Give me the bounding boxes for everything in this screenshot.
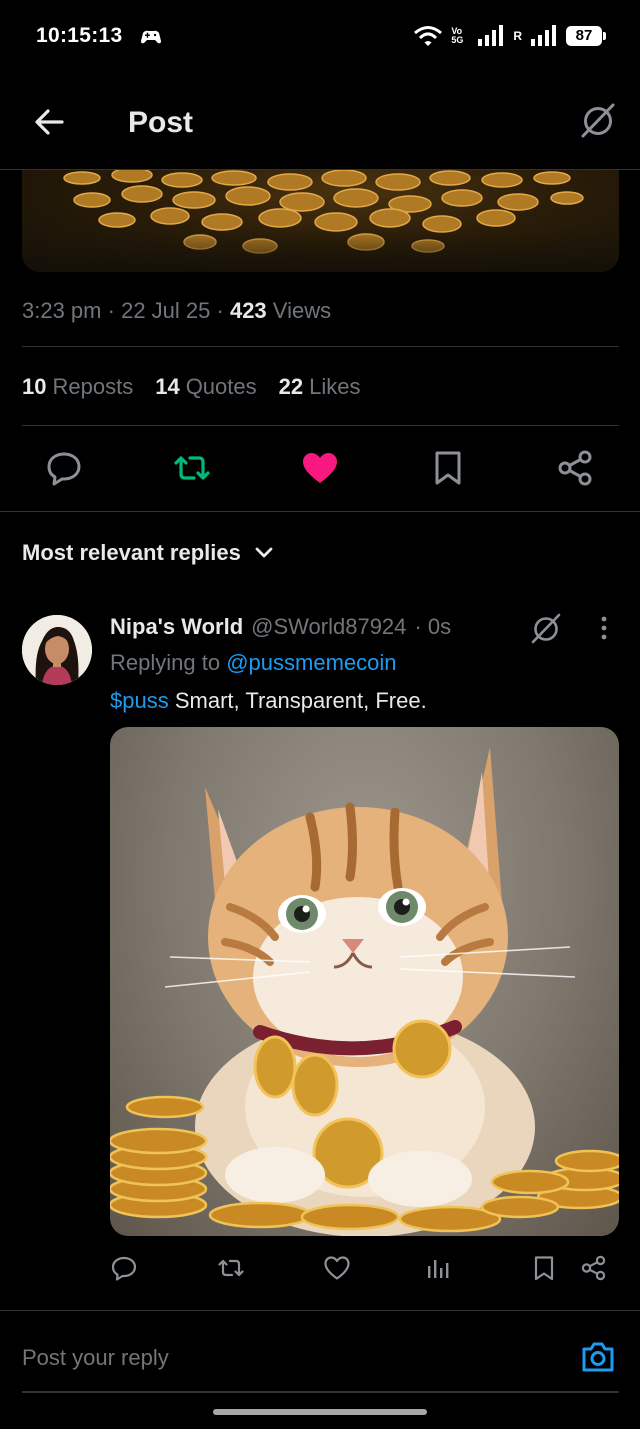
likes-stat[interactable]: 22 Likes — [279, 374, 361, 400]
reply-header: Nipa's World @SWorld87924 · 0s — [110, 614, 451, 640]
cashtag-link[interactable]: $puss — [110, 688, 169, 713]
post-stats: 10 Reposts 14 Quotes 22 Likes — [22, 374, 360, 400]
divider — [0, 511, 640, 512]
repost-icon[interactable] — [172, 448, 212, 488]
reply-text: $puss Smart, Transparent, Free. — [110, 688, 427, 714]
grok-icon[interactable] — [578, 100, 618, 140]
divider — [22, 346, 619, 347]
wifi-icon — [414, 26, 443, 46]
roaming-label: R — [513, 29, 522, 43]
replies-sort-dropdown[interactable]: Most relevant replies — [22, 540, 275, 566]
share-icon[interactable] — [556, 448, 596, 488]
reply-author-handle[interactable]: @SWorld87924 — [251, 614, 406, 640]
quotes-stat[interactable]: 14 Quotes — [155, 374, 256, 400]
avatar[interactable] — [22, 615, 92, 685]
sort-label: Most relevant replies — [22, 540, 241, 565]
page-title: Post — [128, 106, 194, 139]
replying-to-handle-link[interactable]: @pussmemecoin — [226, 650, 396, 675]
signal-icon — [478, 25, 504, 46]
separator: · — [107, 298, 115, 323]
post-time: 3:23 pm — [22, 298, 102, 323]
post-actions — [0, 440, 640, 500]
like-icon[interactable] — [300, 448, 340, 488]
likes-label: Likes — [309, 374, 361, 399]
analytics-icon[interactable] — [424, 1254, 452, 1282]
signal-icon-2 — [531, 25, 556, 46]
reply-actions — [0, 1250, 640, 1290]
divider — [22, 425, 619, 426]
status-bar: 10:15:13 Vo 5G R 87 — [0, 0, 640, 72]
replying-to: Replying to @pussmemecoin — [110, 650, 397, 676]
reply-composer — [0, 1310, 640, 1393]
bookmark-icon[interactable] — [530, 1254, 558, 1282]
quotes-count: 14 — [155, 374, 180, 399]
top-nav: Post — [0, 72, 640, 170]
post-timestamp-views: 3:23 pm · 22 Jul 25 · 423 Views — [22, 298, 331, 324]
quotes-label: Quotes — [185, 374, 257, 399]
coins-illustration — [22, 170, 619, 272]
camera-icon[interactable] — [580, 1339, 616, 1375]
reply-icon[interactable] — [44, 448, 84, 488]
reposts-count: 10 — [22, 374, 47, 399]
like-icon[interactable] — [323, 1254, 351, 1282]
views-label: Views — [272, 298, 332, 323]
bookmark-icon[interactable] — [428, 448, 468, 488]
avatar-image — [22, 615, 92, 685]
status-time: 10:15:13 — [36, 24, 123, 47]
game-controller-icon — [141, 30, 161, 44]
composer-underline — [22, 1391, 619, 1393]
views-count: 423 — [229, 298, 267, 323]
reply-body: Smart, Transparent, Free. — [168, 688, 427, 713]
reply-time: · 0s — [414, 614, 452, 639]
post-media-image[interactable] — [22, 170, 619, 272]
post-date: 22 Jul 25 — [121, 298, 211, 323]
grok-icon[interactable] — [528, 610, 564, 646]
battery-indicator: 87 — [566, 26, 606, 46]
reply-media-image[interactable] — [110, 727, 619, 1236]
back-arrow-icon[interactable] — [30, 102, 70, 142]
replying-to-prefix: Replying to — [110, 650, 221, 675]
separator: · — [216, 298, 224, 323]
repost-icon[interactable] — [217, 1254, 245, 1282]
reply-author-name[interactable]: Nipa's World — [110, 614, 243, 640]
volte-label: Vo 5G — [451, 26, 464, 45]
reply-icon[interactable] — [110, 1254, 138, 1282]
reposts-label: Reposts — [52, 374, 134, 399]
chevron-down-icon — [255, 547, 273, 558]
share-icon[interactable] — [580, 1254, 608, 1282]
likes-count: 22 — [278, 374, 304, 399]
reposts-stat[interactable]: 10 Reposts — [22, 374, 133, 400]
more-options-icon[interactable] — [592, 614, 616, 642]
home-indicator[interactable] — [213, 1409, 427, 1415]
reply-input[interactable] — [22, 1345, 542, 1371]
status-icons: Vo 5G R 87 — [413, 22, 606, 50]
kitten-with-coins-illustration — [110, 747, 619, 1236]
